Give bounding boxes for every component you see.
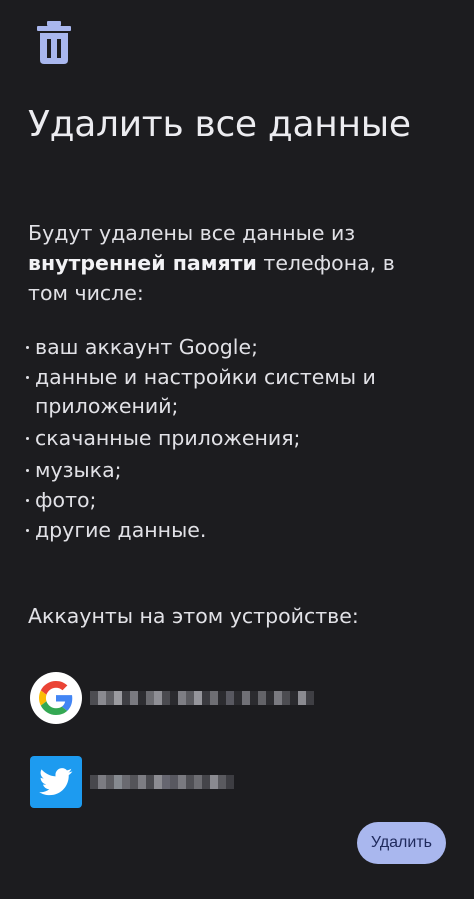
list-item: музыка; — [24, 456, 444, 485]
account-handle-redacted — [90, 771, 234, 793]
account-row-twitter — [30, 756, 234, 808]
accounts-title: Аккаунты на этом устройстве: — [28, 604, 359, 628]
list-item: ваш аккаунт Google; — [24, 333, 444, 362]
factory-reset-screen: Удалить все данные Будут удалены все дан… — [0, 0, 474, 899]
account-email-redacted — [90, 687, 314, 709]
description-bold: внутренней памяти — [28, 251, 257, 275]
page-title: Удалить все данные — [28, 104, 411, 145]
list-item: данные и настройки системы и приложений; — [24, 363, 444, 421]
google-icon — [30, 672, 82, 724]
trash-icon — [36, 20, 72, 66]
account-row-google — [30, 672, 314, 724]
list-item: фото; — [24, 486, 444, 515]
delete-button[interactable]: Удалить — [356, 822, 446, 864]
description-text: Будут удалены все данные из внутренней п… — [28, 218, 438, 308]
twitter-icon — [30, 756, 82, 808]
data-items-list: ваш аккаунт Google; данные и настройки с… — [24, 333, 444, 546]
list-item: скачанные приложения; — [24, 424, 444, 453]
list-item: другие данные. — [24, 516, 444, 545]
description-part-1: Будут удалены все данные из — [28, 221, 356, 245]
